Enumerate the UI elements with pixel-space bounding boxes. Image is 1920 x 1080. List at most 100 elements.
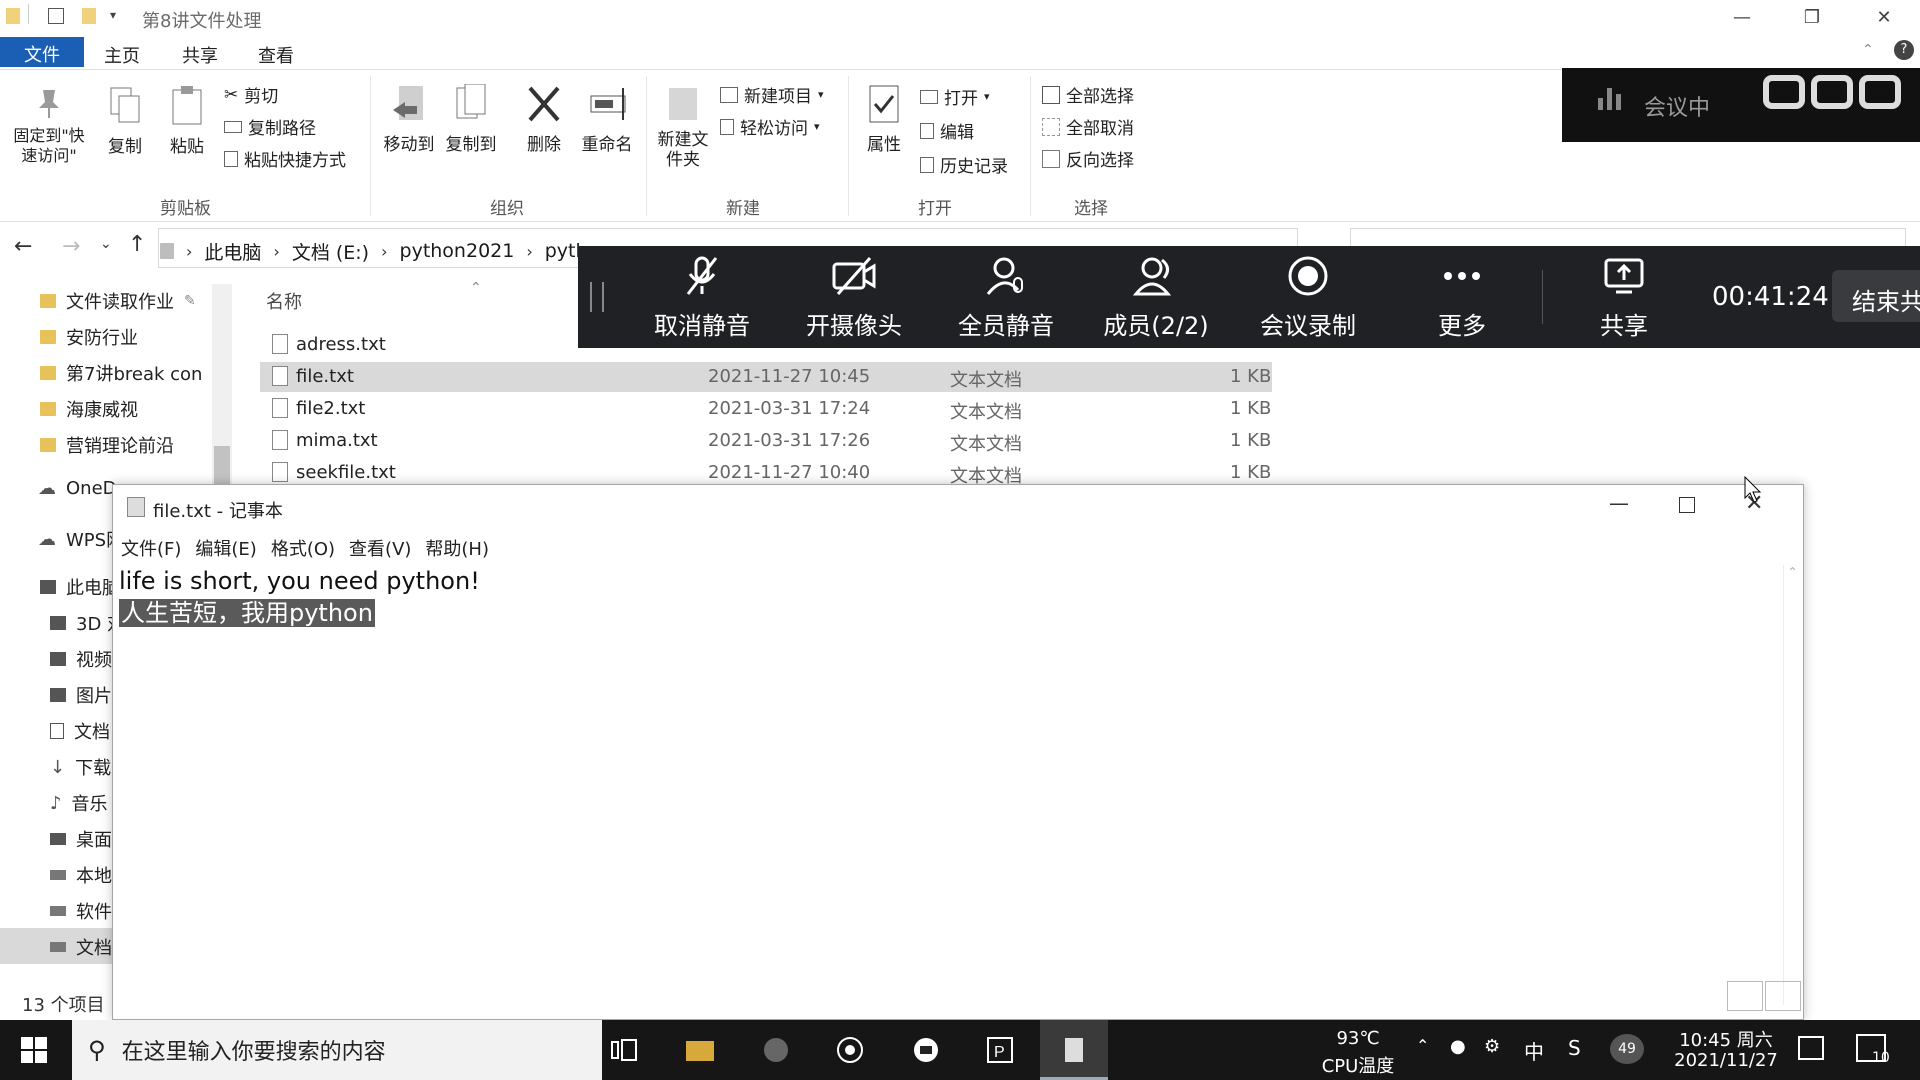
easy-access-button[interactable]: 轻松访问 ▾ — [720, 114, 820, 139]
large-icons-view-icon[interactable] — [1765, 981, 1801, 1011]
collapse-ribbon-icon[interactable]: ⌃ — [1862, 42, 1874, 58]
nav-item-pc[interactable]: 文档 — [50, 718, 110, 744]
column-header-name[interactable]: 名称 — [266, 288, 302, 314]
breadcrumb-item[interactable]: python2021 — [400, 240, 515, 262]
unmute-button[interactable]: 取消静音 — [642, 254, 762, 341]
new-folder-quick-icon[interactable] — [82, 8, 96, 24]
task-view-icon[interactable] — [604, 1032, 644, 1068]
up-arrow-icon[interactable]: ↑ — [128, 232, 146, 257]
app-taskbar-icon[interactable] — [756, 1032, 796, 1068]
minimize-button[interactable]: — — [1609, 491, 1629, 515]
paste-shortcut-button[interactable]: 粘贴快捷方式 — [224, 146, 346, 171]
copy-to-button[interactable]: 复制到 — [440, 84, 502, 155]
nav-item-quick[interactable]: 文件读取作业 ✎ — [40, 288, 196, 314]
nav-item-pc[interactable]: ↓ 下载 — [50, 754, 111, 780]
menu-format[interactable]: 格式(O) — [271, 535, 335, 561]
nav-item-pc[interactable]: 桌面 — [50, 826, 112, 852]
ime-indicator[interactable]: 中 — [1524, 1036, 1544, 1065]
camera-button[interactable]: 开摄像头 — [794, 254, 914, 341]
chevron-up-icon[interactable]: ⌃ — [1416, 1036, 1429, 1055]
new-item-button[interactable]: 新建项目 ▾ — [720, 82, 824, 107]
menu-view[interactable]: 查看(V) — [349, 535, 411, 561]
drag-handle-icon[interactable] — [590, 282, 604, 312]
customize-quick-access-icon[interactable]: ▾ — [110, 8, 116, 22]
file-row-selected[interactable]: file.txt 2021-11-27 10:45 文本文档 1 KB — [260, 362, 1272, 392]
delete-button[interactable]: 删除 — [514, 84, 574, 155]
tab-file[interactable]: 文件 — [0, 37, 84, 67]
nav-item-pc-selected[interactable]: 文档 — [50, 934, 112, 960]
share-button[interactable]: 共享 — [1564, 254, 1684, 341]
tray-app-icon[interactable]: ● — [1450, 1036, 1466, 1057]
breadcrumb-item[interactable]: 文档 (E:) — [292, 238, 369, 265]
meeting-app-taskbar-icon[interactable] — [906, 1032, 946, 1068]
mute-all-button[interactable]: 全员静音 — [946, 254, 1066, 341]
nav-item-pc[interactable]: ♪ 音乐 — [50, 790, 108, 816]
chevron-right-icon[interactable]: › — [273, 242, 279, 261]
nav-item-this-pc[interactable]: 此电脑 — [40, 574, 120, 600]
copy-button[interactable]: 复制 — [100, 86, 150, 157]
scroll-up-arrow-icon[interactable]: ⌃ — [1784, 565, 1801, 579]
paste-button[interactable]: 粘贴 — [162, 86, 212, 157]
nav-item-onedrive[interactable]: ☁ OneD — [38, 478, 117, 499]
open-button[interactable]: 打开 ▾ — [920, 84, 990, 109]
sogou-s-icon[interactable]: S — [1568, 1036, 1581, 1060]
windows-start-icon[interactable] — [14, 1032, 54, 1068]
back-arrow-icon[interactable]: ← — [14, 234, 32, 259]
file-explorer-taskbar-icon[interactable] — [680, 1032, 720, 1068]
restore-button[interactable]: ❐ — [1784, 0, 1840, 34]
pin-quick-access-button[interactable]: 固定到"快速访问" — [6, 86, 92, 166]
tab-home[interactable]: 主页 — [90, 40, 154, 68]
select-none-button[interactable]: 全部取消 — [1042, 114, 1134, 139]
notepad-text-area[interactable]: life is short, you need python! 人生苦短，我用p… — [119, 565, 1759, 995]
close-button[interactable]: ✕ — [1856, 0, 1912, 34]
tray-network-icon[interactable]: ⚙ — [1484, 1036, 1500, 1057]
edit-button[interactable]: 编辑 — [920, 118, 974, 143]
breadcrumb-item[interactable]: 此电脑 — [204, 238, 261, 265]
chrome-like-taskbar-icon[interactable] — [830, 1032, 870, 1068]
nav-item-quick[interactable]: 安防行业 — [40, 324, 138, 350]
explorer-icon[interactable] — [6, 8, 20, 24]
select-all-button[interactable]: 全部选择 — [1042, 82, 1134, 107]
help-icon[interactable]: ? — [1894, 40, 1914, 60]
notepad-scrollbar[interactable]: ⌃ — [1783, 565, 1801, 1005]
clock-date[interactable]: 2021/11/27 — [1666, 1050, 1786, 1071]
copy-path-button[interactable]: 复制路径 — [224, 114, 316, 139]
menu-file[interactable]: 文件(F) — [121, 535, 181, 561]
chevron-right-icon[interactable]: › — [526, 242, 532, 261]
notepad-taskbar-icon[interactable] — [1054, 1032, 1094, 1068]
maximize-button[interactable] — [1679, 497, 1695, 513]
nav-item-quick[interactable]: 海康威视 — [40, 396, 138, 422]
chevron-right-icon[interactable]: › — [186, 242, 192, 261]
recent-locations-icon[interactable]: ⌄ — [100, 236, 112, 252]
rename-button[interactable]: 重命名 — [574, 84, 640, 155]
move-to-button[interactable]: 移动到 — [378, 84, 440, 155]
record-button[interactable]: 会议录制 — [1248, 254, 1368, 341]
nav-item-pc[interactable]: 软件 — [50, 898, 112, 924]
file-row[interactable]: file2.txt 2021-03-31 17:24 文本文档 1 KB — [260, 394, 1272, 424]
pycharm-taskbar-icon[interactable]: P — [980, 1032, 1020, 1068]
more-button[interactable]: 更多 — [1402, 254, 1522, 341]
forward-arrow-icon[interactable]: → — [62, 234, 80, 259]
properties-button[interactable]: 属性 — [854, 84, 914, 155]
members-button[interactable]: 成员(2/2) — [1096, 254, 1216, 341]
badge-counter[interactable]: 49 — [1610, 1034, 1644, 1064]
menu-edit[interactable]: 编辑(E) — [195, 535, 256, 561]
file-row[interactable]: mima.txt 2021-03-31 17:26 文本文档 1 KB — [260, 426, 1272, 456]
properties-check-icon[interactable] — [48, 8, 64, 24]
action-center-icon[interactable] — [1798, 1036, 1824, 1060]
new-folder-button[interactable]: 新建文件夹 — [652, 84, 714, 170]
nav-scrollbar-thumb[interactable] — [214, 446, 230, 486]
nav-item-pc[interactable]: 本地 — [50, 862, 112, 888]
nav-item-pc[interactable]: 图片 — [50, 682, 112, 708]
menu-help[interactable]: 帮助(H) — [425, 535, 489, 561]
chevron-right-icon[interactable]: › — [381, 242, 387, 261]
details-view-icon[interactable] — [1727, 981, 1763, 1011]
nav-item-pc[interactable]: 视频 — [50, 646, 112, 672]
end-share-button[interactable]: 结束共 — [1832, 270, 1920, 322]
cut-button[interactable]: ✂ 剪切 — [224, 82, 278, 108]
clock-time[interactable]: 10:45 周六 — [1666, 1026, 1786, 1052]
invert-selection-button[interactable]: 反向选择 — [1042, 146, 1134, 171]
minimize-button[interactable]: — — [1714, 0, 1770, 34]
nav-item-quick[interactable]: 第7讲break con — [40, 360, 202, 386]
tab-view[interactable]: 查看 — [244, 40, 308, 68]
